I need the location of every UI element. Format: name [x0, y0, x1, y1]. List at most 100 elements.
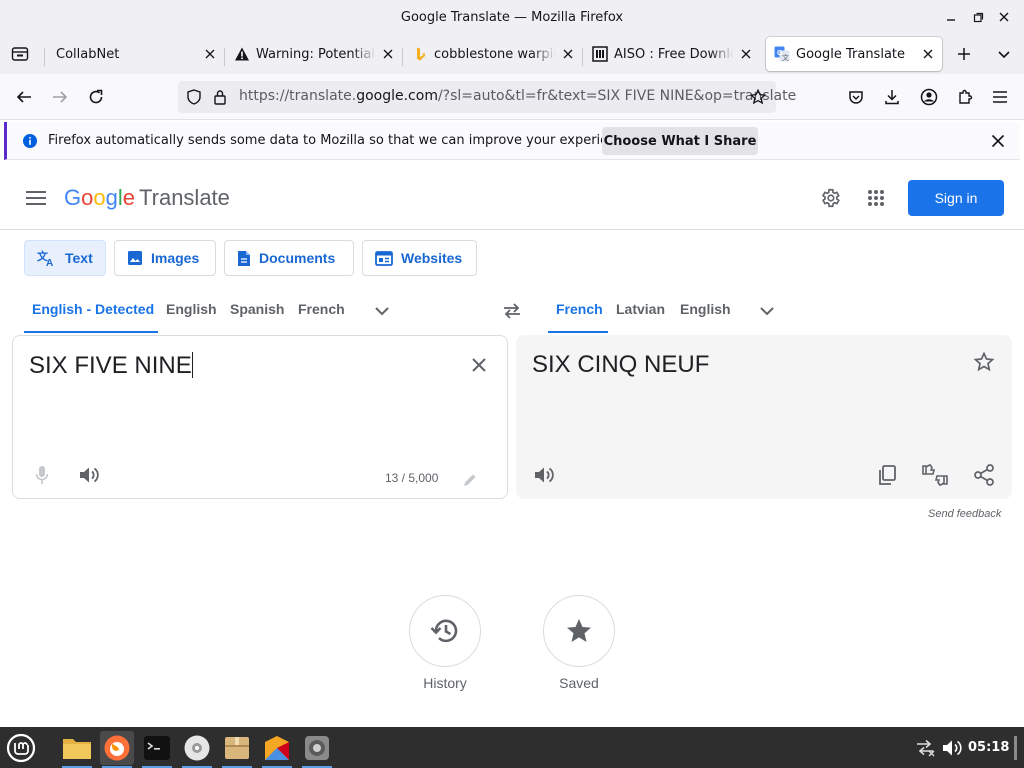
google-translate-icon: G文 [774, 46, 790, 62]
source-textarea[interactable]: SIX FIVE NINE [29, 352, 193, 380]
mint-menu-button[interactable] [4, 731, 38, 765]
tab-aiso[interactable]: AISO : Free Download [584, 37, 760, 71]
system-clock[interactable]: 05:18 [968, 740, 1009, 755]
terminal-icon [144, 736, 170, 760]
bookmark-star-icon[interactable] [750, 89, 766, 105]
volume-icon[interactable] [941, 738, 963, 758]
app-menu-button[interactable] [986, 83, 1014, 111]
choose-what-i-share-button[interactable]: Choose What I Share [602, 127, 758, 155]
source-lang-english[interactable]: English [166, 301, 217, 317]
forward-button[interactable] [46, 83, 74, 111]
download-icon [885, 90, 899, 105]
google-translate-logo[interactable]: Google Translate [64, 185, 230, 211]
translate-icon: 文A [37, 249, 57, 267]
rate-translation-icon[interactable] [922, 463, 948, 487]
speaker-icon[interactable] [532, 463, 556, 487]
settings-gear-icon[interactable] [818, 186, 842, 210]
firefox-view-button[interactable] [6, 40, 34, 68]
pencil-icon[interactable] [459, 469, 481, 491]
minimize-button[interactable] [938, 0, 964, 34]
mode-label: Websites [401, 250, 463, 266]
close-icon[interactable] [380, 46, 396, 62]
show-desktop-button[interactable] [1012, 735, 1020, 761]
firefox-view-icon [11, 47, 29, 61]
tab-cobblestone[interactable]: cobblestone warping [404, 37, 582, 71]
chevron-down-icon[interactable] [755, 299, 779, 323]
source-lang-spanish[interactable]: Spanish [230, 301, 284, 317]
sign-in-button[interactable]: Sign in [908, 180, 1004, 216]
reload-button[interactable] [82, 83, 110, 111]
info-icon [22, 133, 38, 149]
arrow-right-icon [53, 91, 68, 103]
files-taskbar-button[interactable] [60, 731, 94, 768]
target-lang-latvian[interactable]: Latvian [616, 301, 665, 317]
hamburger-menu-icon [993, 91, 1007, 103]
mint-logo-icon [6, 733, 36, 763]
target-lang-english[interactable]: English [680, 301, 731, 317]
lock-icon[interactable] [212, 89, 228, 105]
microphone-icon[interactable] [30, 463, 54, 487]
svg-text:文: 文 [782, 53, 789, 62]
tab-warning[interactable]: Warning: Potential Security Risk Ahead [226, 37, 402, 71]
mode-text-button[interactable]: 文A Text [24, 240, 106, 276]
send-feedback-link[interactable]: Send feedback [928, 508, 1001, 520]
translation-panel: SIX CINQ NEUF [516, 335, 1012, 499]
swap-languages-icon[interactable] [500, 299, 524, 323]
apps-grid-icon[interactable] [864, 186, 888, 210]
tab-google-translate[interactable]: G文 Google Translate [766, 37, 942, 71]
target-lang-french[interactable]: French [556, 301, 603, 317]
copy-icon[interactable] [875, 463, 899, 487]
chevron-down-icon[interactable] [370, 299, 394, 323]
close-window-button[interactable] [991, 0, 1017, 34]
screenshot-taskbar-button[interactable] [300, 731, 334, 768]
share-icon[interactable] [972, 463, 996, 487]
list-all-tabs-button[interactable] [990, 40, 1018, 68]
close-icon[interactable] [990, 133, 1006, 149]
folder-icon [63, 739, 91, 759]
firefox-taskbar-button[interactable] [100, 731, 134, 768]
close-icon[interactable] [560, 46, 576, 62]
tab-collabnet[interactable]: CollabNet [46, 37, 224, 71]
mode-label: Images [151, 250, 200, 266]
maximize-button[interactable] [965, 0, 991, 34]
files-alt-taskbar-button[interactable] [260, 731, 294, 768]
mode-label: Documents [259, 250, 336, 266]
source-lang-french[interactable]: French [298, 301, 345, 317]
disc-taskbar-button[interactable] [180, 731, 214, 768]
disc-icon [184, 735, 210, 761]
save-translation-star-icon[interactable] [972, 350, 996, 374]
archive-taskbar-button[interactable] [220, 731, 254, 768]
mode-label: Text [65, 250, 93, 266]
speaker-icon[interactable] [77, 463, 101, 487]
pocket-button[interactable] [842, 83, 870, 111]
tab-label: AISO : Free Download [614, 46, 734, 62]
close-icon[interactable] [202, 46, 218, 62]
extensions-button[interactable] [951, 83, 979, 111]
close-icon[interactable] [920, 46, 936, 62]
back-button[interactable] [10, 83, 38, 111]
new-tab-button[interactable] [950, 40, 978, 68]
tab-divider [44, 48, 45, 66]
account-button[interactable] [915, 83, 943, 111]
mode-documents-button[interactable]: Documents [224, 240, 354, 276]
close-icon[interactable] [738, 46, 754, 62]
saved-label: Saved [559, 675, 599, 691]
document-icon [237, 250, 251, 267]
main-menu-icon[interactable] [24, 186, 48, 210]
saved-button[interactable] [543, 595, 615, 667]
source-lang-underline [24, 331, 158, 333]
history-button[interactable] [409, 595, 481, 667]
page-content: Google Translate Sign in 文A Text Images D… [0, 165, 1024, 762]
address-bar[interactable]: https://translate.google.com/?sl=auto&tl… [178, 81, 796, 113]
downloads-button[interactable] [878, 83, 906, 111]
screenshot-icon [305, 736, 329, 760]
clear-text-icon[interactable] [467, 353, 491, 377]
mode-images-button[interactable]: Images [114, 240, 216, 276]
source-text-panel: SIX FIVE NINE 13 / 5,000 [12, 335, 508, 499]
terminal-taskbar-button[interactable] [140, 731, 174, 768]
navigation-toolbar: https://translate.google.com/?sl=auto&tl… [0, 74, 1024, 120]
mode-websites-button[interactable]: Websites [362, 240, 477, 276]
shield-icon[interactable] [186, 89, 202, 105]
source-lang-detected[interactable]: English - Detected [32, 301, 154, 317]
network-disconnected-icon[interactable] [914, 738, 936, 758]
